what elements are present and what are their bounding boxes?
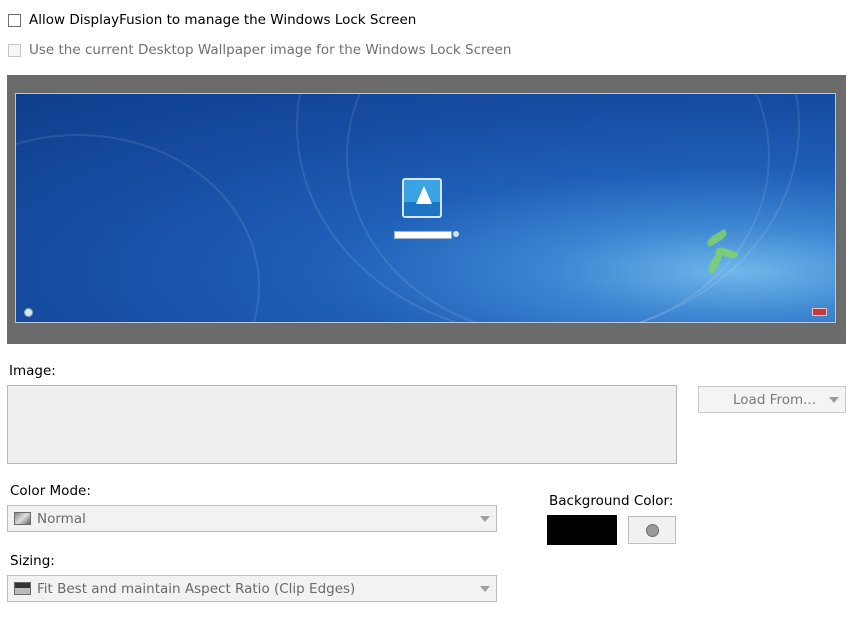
load-from-dropdown[interactable]: Load From... — [698, 386, 846, 413]
submit-arrow-icon — [453, 231, 459, 237]
sizing-select[interactable]: Fit Best and maintain Aspect Ratio (Clip… — [7, 575, 497, 602]
color-mode-select[interactable]: Normal — [7, 505, 497, 532]
use-wallpaper-checkbox[interactable] — [8, 43, 21, 57]
power-icon — [812, 308, 827, 316]
ease-of-access-icon — [24, 308, 33, 317]
use-wallpaper-label: Use the current Desktop Wallpaper image … — [29, 42, 512, 58]
color-mode-normal-icon — [14, 512, 31, 525]
sizing-value: Fit Best and maintain Aspect Ratio (Clip… — [37, 581, 356, 597]
manage-lock-screen-label: Allow DisplayFusion to manage the Window… — [29, 12, 417, 28]
manage-lock-screen-option[interactable]: Allow DisplayFusion to manage the Window… — [8, 10, 416, 30]
sizing-label: Sizing: — [10, 553, 55, 569]
chevron-down-icon — [480, 516, 490, 522]
background-color-swatch[interactable] — [547, 515, 617, 545]
image-label: Image: — [9, 363, 56, 379]
password-field-preview — [394, 231, 452, 239]
use-wallpaper-option[interactable]: Use the current Desktop Wallpaper image … — [8, 40, 511, 60]
image-path-field[interactable] — [7, 385, 677, 464]
color-picker-button[interactable] — [628, 516, 676, 544]
chevron-down-icon — [480, 586, 490, 592]
lock-screen-preview — [15, 93, 836, 323]
load-from-label: Load From... — [733, 392, 816, 408]
sizing-fit-icon — [14, 582, 31, 595]
manage-lock-screen-checkbox[interactable] — [8, 13, 21, 27]
palette-icon — [646, 524, 659, 537]
background-color-label: Background Color: — [549, 493, 674, 509]
user-avatar-icon — [402, 178, 442, 218]
color-mode-label: Color Mode: — [10, 483, 91, 499]
color-mode-value: Normal — [37, 511, 86, 527]
chevron-down-icon — [829, 397, 839, 403]
